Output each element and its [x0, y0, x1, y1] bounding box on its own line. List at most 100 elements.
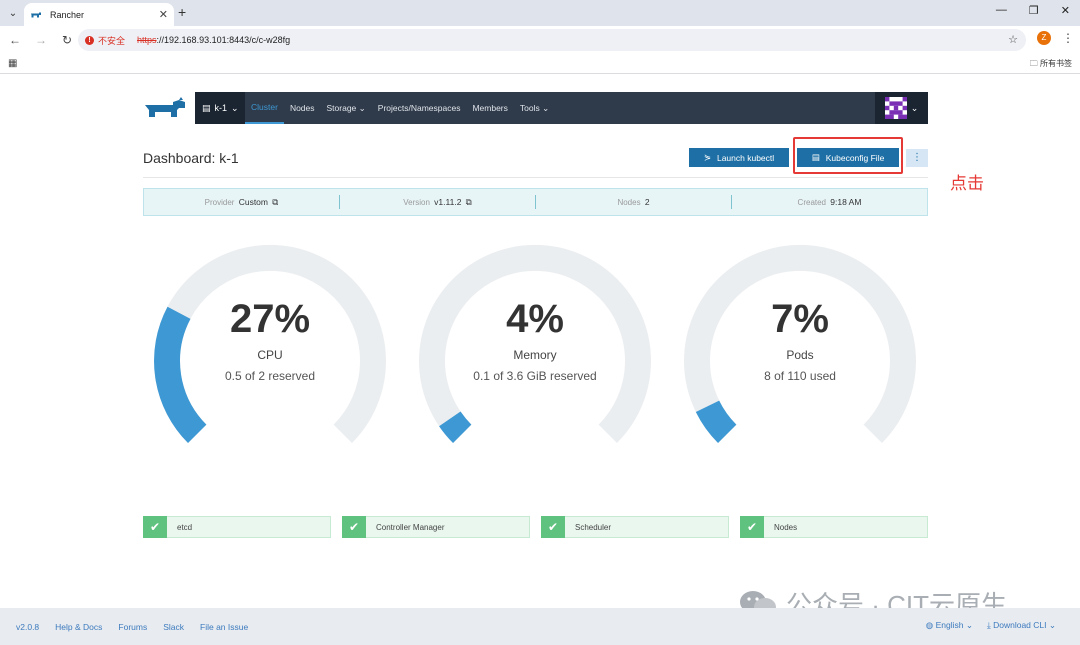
- chevron-down-icon: ⌄: [910, 102, 919, 113]
- rancher-logo[interactable]: [143, 92, 195, 124]
- minimize-icon[interactable]: —: [996, 4, 1007, 17]
- warning-icon: !: [85, 35, 94, 45]
- version-value: v1.11.2: [434, 197, 462, 207]
- info-version: Version v1.11.2 ⧉: [340, 195, 536, 209]
- copy-icon[interactable]: ⧉: [272, 197, 278, 207]
- chevron-down-icon: ⌄: [539, 102, 550, 113]
- more-actions-button[interactable]: ⋮: [906, 149, 928, 167]
- status-controller-manager: ✔ Controller Manager: [342, 516, 530, 538]
- browser-tab-rancher[interactable]: Rancher ✕: [24, 3, 174, 26]
- nav-nodes[interactable]: Nodes: [284, 92, 321, 124]
- created-label: Created: [797, 198, 827, 207]
- check-icon: ✔: [143, 516, 167, 538]
- cpu-label: CPU: [257, 348, 283, 362]
- memory-gauge: 4% Memory 0.1 of 3.6 GiB reserved: [417, 243, 653, 479]
- forward-icon[interactable]: →: [30, 33, 52, 47]
- folder-icon: 🗀: [1029, 59, 1038, 68]
- globe-icon: ◍: [925, 620, 934, 630]
- address-bar[interactable]: ! 不安全 https ://192.168.93.101:8443/c/c-w…: [78, 29, 1026, 51]
- status-label: Controller Manager: [376, 522, 445, 532]
- nav-cluster[interactable]: Cluster: [245, 92, 284, 124]
- close-window-icon[interactable]: ✕: [1061, 4, 1070, 17]
- footer-help-link[interactable]: Help & Docs: [55, 622, 102, 632]
- apps-grid-icon[interactable]: ▦: [8, 58, 17, 69]
- bookmark-star-icon[interactable]: ☆: [1008, 33, 1018, 46]
- cpu-gauge: 27% CPU 0.5 of 2 reserved: [152, 243, 388, 479]
- reload-icon[interactable]: ↻: [56, 33, 78, 47]
- bookmarks-bar: ▦ 🗀 所有书签: [0, 54, 1080, 74]
- browser-toolbar: ← → ↻ ! 不安全 https ://192.168.93.101:8443…: [0, 26, 1080, 54]
- user-menu[interactable]: ⌄: [875, 92, 928, 124]
- status-label: etcd: [177, 522, 193, 532]
- info-provider: Provider Custom ⧉: [144, 195, 340, 209]
- browser-tab-bar: ⌄ Rancher ✕ + — ❐ ✕: [0, 0, 1080, 26]
- divider: [143, 177, 928, 178]
- tab-search-icon[interactable]: ⌄: [4, 4, 22, 22]
- memory-label: Memory: [513, 348, 557, 362]
- launch-kubectl-label: Launch kubectl: [716, 152, 775, 163]
- back-icon[interactable]: ←: [4, 33, 26, 47]
- status-nodes: ✔ Nodes: [740, 516, 928, 538]
- tab-close-icon[interactable]: ✕: [159, 8, 168, 21]
- pods-gauge: 7% Pods 8 of 110 used: [682, 243, 918, 479]
- cpu-reserved: 0.5 of 2 reserved: [224, 369, 316, 383]
- url-text: ://192.168.93.101:8443/c/c-w28fg: [156, 35, 291, 45]
- new-tab-button[interactable]: +: [178, 4, 186, 20]
- all-bookmarks-button[interactable]: 🗀 所有书签: [1030, 58, 1072, 72]
- memory-reserved: 0.1 of 3.6 GiB reserved: [473, 369, 597, 383]
- info-created: Created 9:18 AM: [732, 195, 927, 209]
- language-label: English: [935, 620, 964, 630]
- terminal-icon: ⋟: [703, 152, 711, 162]
- highlight-annotation-box: [793, 137, 903, 174]
- profile-avatar[interactable]: Z: [1037, 31, 1051, 45]
- window-controls: — ❐ ✕: [996, 4, 1070, 17]
- page-title: Dashboard: k-1: [143, 150, 239, 166]
- cpu-percent: 27%: [229, 297, 311, 341]
- browser-menu-icon[interactable]: ⋮: [1062, 31, 1074, 45]
- pods-percent: 7%: [771, 297, 829, 341]
- launch-kubectl-button[interactable]: ⋟ Launch kubectl: [689, 148, 789, 167]
- nav-storage[interactable]: Storage ⌄: [321, 92, 372, 124]
- chevron-down-icon: ⌄: [965, 620, 973, 630]
- version-label: Version: [403, 198, 430, 207]
- footer-slack-link[interactable]: Slack: [163, 622, 184, 632]
- cluster-name: k-1: [214, 103, 228, 113]
- pods-label: Pods: [786, 348, 814, 362]
- rancher-favicon-icon: [31, 12, 41, 17]
- cluster-selector[interactable]: ▤ k-1 ⌄: [195, 92, 245, 124]
- nav-tools-label: Tools: [519, 103, 540, 113]
- provider-label: Provider: [204, 198, 235, 207]
- nodes-label: Nodes: [617, 198, 641, 207]
- footer-version-link[interactable]: v2.0.8: [16, 622, 39, 632]
- download-cli-label: Download CLI: [993, 620, 1047, 630]
- nav-tools[interactable]: Tools ⌄: [514, 92, 555, 124]
- provider-value: Custom: [238, 197, 268, 207]
- status-etcd: ✔ etcd: [143, 516, 331, 538]
- created-value: 9:18 AM: [830, 197, 862, 207]
- nav-members[interactable]: Members: [466, 92, 513, 124]
- download-icon: ⤓: [986, 620, 991, 630]
- footer-forums-link[interactable]: Forums: [118, 622, 147, 632]
- copy-icon[interactable]: ⧉: [466, 197, 472, 207]
- language-selector[interactable]: ◍ English ⌄: [926, 620, 973, 631]
- status-label: Scheduler: [575, 522, 612, 532]
- cluster-icon: ▤: [202, 102, 211, 113]
- check-icon: ✔: [342, 516, 366, 538]
- nav-storage-label: Storage: [326, 103, 357, 113]
- nav-projects-namespaces[interactable]: Projects/Namespaces: [372, 92, 467, 124]
- rancher-cow-icon: [145, 97, 185, 117]
- download-cli-button[interactable]: ⤓ Download CLI ⌄: [987, 620, 1056, 631]
- chevron-down-icon: ⌄: [231, 102, 239, 113]
- nodes-value: 2: [644, 197, 650, 207]
- pods-used: 8 of 110 used: [764, 369, 836, 383]
- insecure-label[interactable]: 不安全: [98, 34, 125, 47]
- footer-issue-link[interactable]: File an Issue: [200, 622, 248, 632]
- footer-right: ◍ English ⌄ ⤓ Download CLI ⌄: [926, 620, 1056, 631]
- chevron-down-icon: ⌄: [1048, 620, 1056, 630]
- status-label: Nodes: [774, 522, 798, 532]
- url-protocol: https: [137, 35, 157, 45]
- tab-title: Rancher: [50, 9, 85, 20]
- status-scheduler: ✔ Scheduler: [541, 516, 729, 538]
- chevron-down-icon: ⌄: [356, 102, 366, 113]
- restore-icon[interactable]: ❐: [1029, 4, 1039, 17]
